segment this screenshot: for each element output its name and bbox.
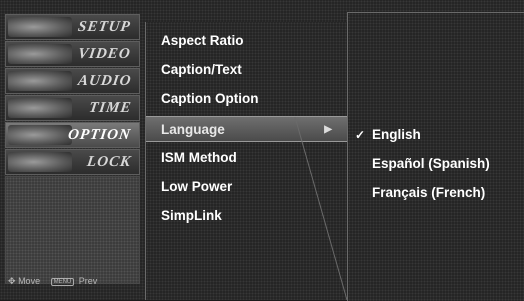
category-label: LOCK — [85, 154, 133, 170]
category-video[interactable]: VIDEO — [5, 41, 140, 67]
menu-item-aspect-ratio[interactable]: Aspect Ratio — [146, 28, 348, 54]
sidebar-empty-area — [5, 176, 140, 284]
submenu-item-label: Español (Spanish) — [372, 156, 490, 171]
menu-item-label: ISM Method — [161, 150, 237, 165]
menu-item-label: Caption/Text — [161, 62, 242, 77]
option-menu-panel: Aspect Ratio Caption/Text Caption Option… — [145, 22, 348, 300]
submenu-arrow-icon: ▶ — [324, 124, 332, 135]
menu-item-ism-method[interactable]: ISM Method — [146, 145, 348, 171]
menu-key-icon: MENU — [50, 278, 75, 286]
checkmark-icon: ✓ — [355, 128, 366, 142]
option-thumbnail-icon — [8, 125, 72, 145]
time-thumbnail-icon — [8, 98, 72, 118]
category-setup[interactable]: SETUP — [5, 14, 140, 40]
category-label: OPTION — [67, 127, 133, 143]
move-hint-label: Move — [18, 276, 41, 286]
category-sidebar: SETUP VIDEO AUDIO TIME OPTION LOCK — [5, 14, 140, 294]
category-option[interactable]: OPTION — [5, 122, 140, 148]
submenu-item-english[interactable]: ✓ English — [348, 123, 524, 147]
submenu-item-spanish[interactable]: Español (Spanish) — [348, 152, 524, 176]
menu-item-simplink[interactable]: SimpLink — [146, 203, 348, 229]
audio-thumbnail-icon — [8, 71, 72, 91]
menu-item-low-power[interactable]: Low Power — [146, 174, 348, 200]
category-time[interactable]: TIME — [5, 95, 140, 121]
language-submenu-panel: ✓ English Español (Spanish) Français (Fr… — [347, 12, 524, 301]
category-label: AUDIO — [76, 73, 133, 89]
menu-item-caption-option[interactable]: Caption Option — [146, 86, 348, 112]
submenu-item-label: English — [372, 127, 421, 142]
lock-thumbnail-icon — [8, 152, 72, 172]
category-label: VIDEO — [77, 46, 133, 62]
menu-item-label: Language — [161, 122, 225, 137]
category-label: SETUP — [77, 19, 133, 35]
menu-item-language[interactable]: Language ▶ — [146, 116, 348, 142]
menu-item-caption-text[interactable]: Caption/Text — [146, 57, 348, 83]
setup-thumbnail-icon — [8, 17, 72, 37]
move-arrows-icon: ✥ — [8, 276, 16, 286]
menu-item-label: Low Power — [161, 179, 233, 194]
nav-hint: ✥ Move MENU Prev — [8, 276, 138, 290]
submenu-item-label: Français (French) — [372, 185, 486, 200]
menu-item-label: Caption Option — [161, 91, 259, 106]
category-label: TIME — [87, 100, 133, 116]
submenu-item-french[interactable]: Français (French) — [348, 181, 524, 205]
menu-item-label: Aspect Ratio — [161, 33, 244, 48]
prev-hint-label: Prev — [78, 276, 98, 286]
category-audio[interactable]: AUDIO — [5, 68, 140, 94]
category-lock[interactable]: LOCK — [5, 149, 140, 175]
menu-item-label: SimpLink — [161, 208, 222, 223]
video-thumbnail-icon — [8, 44, 72, 64]
